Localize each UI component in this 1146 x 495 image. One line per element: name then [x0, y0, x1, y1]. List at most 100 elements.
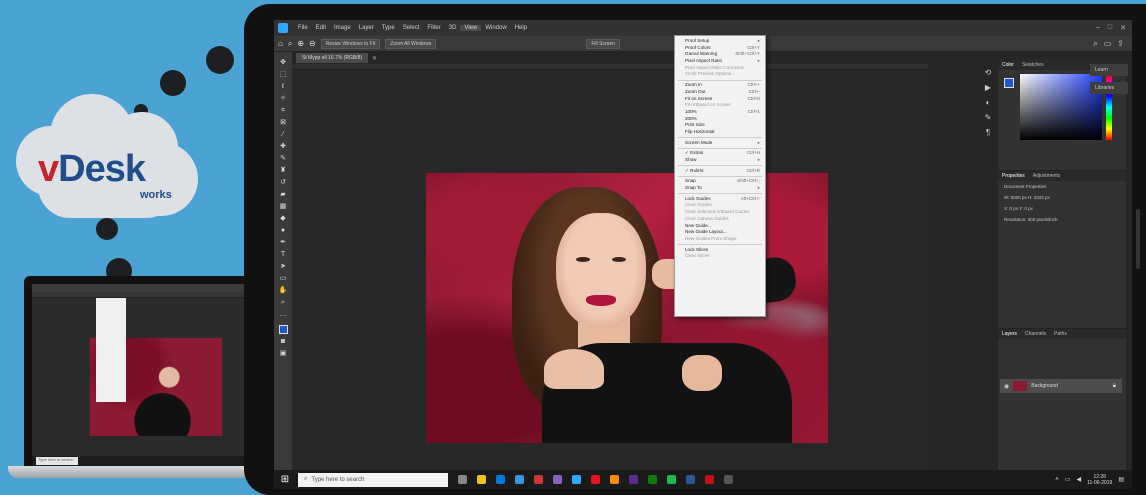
fill-screen-button[interactable]: Fill Screen — [586, 38, 620, 49]
view-menu-item[interactable]: Snap Shift+Ctrl+; — [675, 178, 765, 185]
brush-panel-icon[interactable]: ✎ — [985, 113, 992, 122]
maximize-icon[interactable]: □ — [1108, 24, 1112, 32]
type-tool-icon[interactable]: T — [278, 250, 288, 259]
home-icon[interactable]: ⌂ — [278, 39, 283, 48]
zoom-tool-icon[interactable]: ⌕ — [288, 39, 292, 49]
eyedropper-icon[interactable]: ⁄ — [278, 130, 288, 139]
search-icon[interactable]: ⌕ — [1093, 39, 1097, 49]
marquee-tool-icon[interactable]: ⬚ — [278, 70, 288, 79]
chrome-icon[interactable] — [591, 475, 600, 484]
file-explorer-icon[interactable] — [477, 475, 486, 484]
workspace-icon[interactable]: ▭ — [1104, 39, 1112, 49]
store-icon[interactable] — [515, 475, 524, 484]
zoom-in-icon[interactable]: ⊕ — [297, 39, 304, 48]
tab-channels[interactable]: Channels — [1025, 331, 1046, 337]
volume-icon[interactable]: ◀︎ — [1076, 476, 1081, 483]
minimize-icon[interactable]: – — [1096, 24, 1100, 32]
actions-panel-icon[interactable]: ▶ — [985, 83, 991, 92]
share-icon[interactable]: ⇪ — [1117, 39, 1124, 49]
tab-properties[interactable]: Properties — [1002, 173, 1025, 179]
edge-icon[interactable] — [496, 475, 505, 484]
canvas-photo[interactable] — [426, 173, 828, 443]
word-icon[interactable] — [686, 475, 695, 484]
chevron-up-icon[interactable]: ˄ — [1055, 477, 1059, 483]
view-menu-item[interactable]: 200% — [675, 116, 765, 123]
network-icon[interactable]: ▭ — [1065, 476, 1071, 483]
windows-start-icon[interactable]: ⊞ — [278, 474, 292, 485]
menu-file[interactable]: File — [294, 25, 312, 31]
clock[interactable]: 12:28 11-06-2019 — [1087, 474, 1112, 486]
view-menu-item[interactable]: Lock Guides Alt+Ctrl+; — [675, 196, 765, 203]
spotify-icon[interactable] — [667, 475, 676, 484]
paragraph-panel-icon[interactable]: ¶ — [986, 128, 990, 137]
menu-window[interactable]: Window — [481, 25, 510, 31]
view-menu-item[interactable]: New Guide Layout... — [675, 229, 765, 236]
adjust-panel-icon[interactable]: ◐ — [986, 98, 991, 107]
view-menu-item[interactable]: Gamut Warning Shift+Ctrl+Y — [675, 51, 765, 58]
view-menu-item[interactable]: Screen Mode ▸ — [675, 140, 765, 147]
frame-tool-icon[interactable]: ⊠ — [278, 118, 288, 127]
tab-paths[interactable]: Paths — [1054, 331, 1067, 337]
layer-row[interactable]: ◉ Background 🔒︎ — [1000, 379, 1122, 393]
premiere-icon[interactable] — [553, 475, 562, 484]
view-menu-item[interactable]: Lock Slices — [675, 247, 765, 254]
shape-tool-icon[interactable]: ▭ — [278, 274, 288, 283]
notifications-icon[interactable]: ▤ — [1118, 476, 1124, 483]
zoom-tool-icon[interactable]: ⌕ — [278, 298, 288, 307]
magic-wand-icon[interactable]: ✧ — [278, 94, 288, 103]
menu-type[interactable]: Type — [378, 25, 399, 31]
learn-button[interactable]: Learn — [1090, 64, 1128, 76]
view-menu-item[interactable]: Zoom Out Ctrl+- — [675, 89, 765, 96]
taskbar-search[interactable]: ⌕ Type here to search — [298, 472, 448, 487]
view-menu-item[interactable]: Zoom In Ctrl++ — [675, 82, 765, 89]
foreground-chip[interactable] — [1004, 78, 1014, 88]
menu-layer[interactable]: Layer — [355, 25, 378, 31]
blur-tool-icon[interactable]: ◆ — [278, 214, 288, 223]
visibility-eye-icon[interactable]: ◉ — [1004, 383, 1009, 390]
menu-edit[interactable]: Edit — [312, 25, 330, 31]
settings-icon[interactable] — [724, 475, 733, 484]
gradient-tool-icon[interactable]: ▦ — [278, 202, 288, 211]
close-icon[interactable]: ✕ — [1120, 24, 1126, 32]
lasso-tool-icon[interactable]: ℓ — [278, 82, 288, 91]
acrobat-icon[interactable] — [705, 475, 714, 484]
illustrator-icon[interactable] — [610, 475, 619, 484]
document-tab[interactable]: St Mypp ell 16.7% (RGB/8) — [296, 53, 369, 63]
more-tools-icon[interactable]: … — [278, 310, 288, 319]
aftereffects-icon[interactable] — [629, 475, 638, 484]
pdf-app-icon[interactable] — [534, 475, 543, 484]
foreground-color-swatch[interactable] — [278, 325, 288, 334]
view-menu-item[interactable]: Print Size — [675, 122, 765, 129]
view-menu-item[interactable]: ✓ Extras Ctrl+H — [675, 150, 765, 157]
dodge-tool-icon[interactable]: ● — [278, 226, 288, 235]
tab-layers[interactable]: Layers — [1002, 331, 1017, 337]
move-tool-icon[interactable]: ✥ — [278, 58, 288, 67]
view-menu-item[interactable]: Snap To ▸ — [675, 185, 765, 192]
menu-3d[interactable]: 3D — [445, 25, 461, 31]
view-menu-item[interactable]: Show ▸ — [675, 157, 765, 164]
eraser-tool-icon[interactable]: ▰ — [278, 190, 288, 199]
view-menu-item[interactable]: ✓ Rulers Ctrl+R — [675, 168, 765, 175]
tab-color[interactable]: Color — [1002, 62, 1014, 68]
view-menu-item[interactable]: New Guide... — [675, 223, 765, 230]
view-menu-item[interactable]: 100% Ctrl+1 — [675, 109, 765, 116]
view-menu-item[interactable]: Fit on Screen Ctrl+0 — [675, 96, 765, 103]
history-brush-icon[interactable]: ↺ — [278, 178, 288, 187]
quick-mask-icon[interactable]: ◙ — [278, 337, 288, 346]
crop-tool-icon[interactable]: ⌗ — [278, 106, 288, 115]
tab-close-icon[interactable]: ✕ — [368, 55, 377, 62]
history-panel-icon[interactable]: ⟲ — [985, 68, 992, 77]
brush-tool-icon[interactable]: ✎ — [278, 154, 288, 163]
path-select-icon[interactable]: ➤ — [278, 262, 288, 271]
menu-view[interactable]: View — [460, 25, 482, 31]
excel-icon[interactable] — [648, 475, 657, 484]
resize-windows-button[interactable]: Resize Windows to Fit — [320, 38, 381, 49]
view-menu-item[interactable]: Proof Colors Ctrl+Y — [675, 45, 765, 52]
menu-help[interactable]: Help — [511, 25, 531, 31]
photoshop-icon[interactable] — [572, 475, 581, 484]
canvas-area[interactable] — [292, 64, 928, 469]
tab-swatches[interactable]: Swatches — [1022, 62, 1044, 68]
task-view-icon[interactable] — [458, 475, 467, 484]
menu-select[interactable]: Select — [399, 25, 424, 31]
menu-image[interactable]: Image — [330, 25, 355, 31]
